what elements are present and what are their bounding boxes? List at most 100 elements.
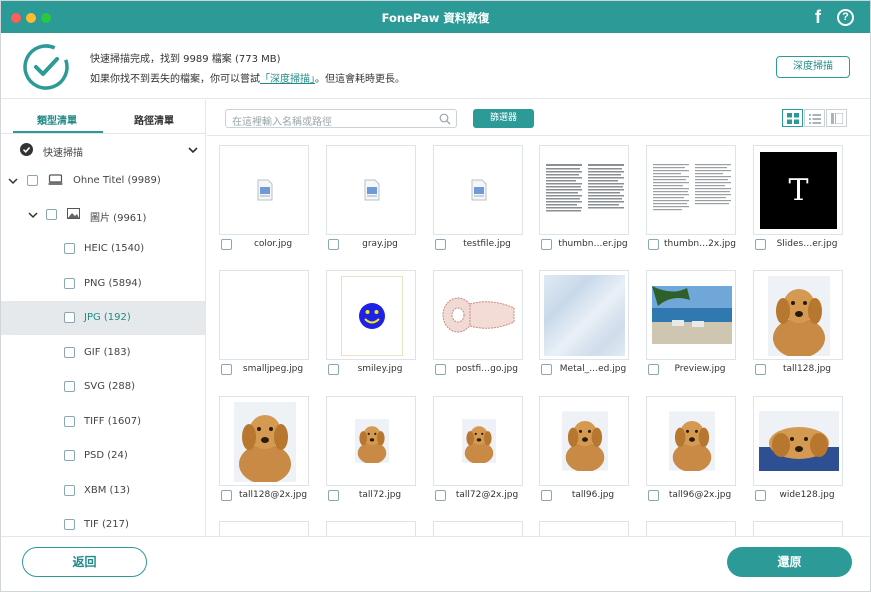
file-checkbox[interactable] xyxy=(541,490,552,501)
search-input[interactable]: 在這裡輸入名稱或路徑 xyxy=(225,109,457,128)
file-thumbnail[interactable] xyxy=(646,270,736,360)
tree-row-tiff[interactable]: TIFF (1607) xyxy=(1,405,205,439)
dog-thumbnail xyxy=(355,419,389,463)
chevron-down-icon[interactable] xyxy=(187,144,199,156)
file-name: Preview.jpg xyxy=(674,364,726,374)
file-checkbox[interactable] xyxy=(755,364,766,375)
file-thumbnail[interactable] xyxy=(753,270,843,360)
file-thumbnail[interactable] xyxy=(326,145,416,235)
file-thumbnail[interactable] xyxy=(219,521,309,536)
detail-view-button[interactable] xyxy=(826,109,847,127)
file-checkbox[interactable] xyxy=(648,239,659,250)
jpg-checkbox[interactable] xyxy=(64,312,75,323)
help-icon[interactable]: ? xyxy=(837,9,854,26)
file-checkbox[interactable] xyxy=(328,364,339,375)
scan-hint-before: 如果你找不到丟失的檔案，你可以嘗試 xyxy=(90,74,260,85)
scan-status-panel: 快速掃描完成，找到 9989 檔案 (773 MB) 如果你找不到丟失的檔案，你… xyxy=(1,33,870,99)
grid-view-button[interactable] xyxy=(782,109,803,127)
tree-row-svg[interactable]: SVG (288) xyxy=(1,370,205,404)
images-checkbox[interactable] xyxy=(46,209,57,220)
file-thumbnail[interactable] xyxy=(326,521,416,536)
file-checkbox[interactable] xyxy=(221,239,232,250)
file-checkbox[interactable] xyxy=(328,490,339,501)
quick-scan-row[interactable]: 快速掃描 xyxy=(1,134,205,168)
tree-label: Ohne Titel (9989) xyxy=(73,175,161,186)
check-badge-icon xyxy=(20,143,33,156)
search-icon[interactable] xyxy=(439,113,451,125)
file-thumbnail[interactable] xyxy=(539,521,629,536)
file-checkbox[interactable] xyxy=(541,364,552,375)
filter-button[interactable]: 篩選器 xyxy=(473,109,534,128)
file-checkbox[interactable] xyxy=(755,490,766,501)
file-thumbnail[interactable] xyxy=(646,396,736,486)
file-checkbox[interactable] xyxy=(221,490,232,501)
tree-row-heic[interactable]: HEIC (1540) xyxy=(1,232,205,266)
file-thumbnail[interactable] xyxy=(219,270,309,360)
tab-path-list[interactable]: 路徑清單 xyxy=(114,112,194,127)
file-thumbnail[interactable] xyxy=(646,521,736,536)
quick-scan-label: 快速掃描 xyxy=(43,148,83,159)
png-checkbox[interactable] xyxy=(64,278,75,289)
slides-thumbnail: T xyxy=(760,152,837,229)
window-title: FonePaw 資料救復 xyxy=(381,11,490,25)
file-thumbnail[interactable]: T xyxy=(753,145,843,235)
facebook-icon[interactable]: f xyxy=(811,7,825,27)
grid-view-icon xyxy=(787,113,799,124)
image-icon xyxy=(67,208,80,219)
chevron-down-icon[interactable] xyxy=(27,209,39,221)
smiley-thumbnail xyxy=(341,276,403,356)
tree-row-psd[interactable]: PSD (24) xyxy=(1,439,205,473)
file-thumbnail[interactable] xyxy=(646,145,736,235)
file-thumbnail[interactable] xyxy=(219,396,309,486)
tiff-checkbox[interactable] xyxy=(64,416,75,427)
file-thumbnail[interactable] xyxy=(539,396,629,486)
tree-row-drive[interactable]: Ohne Titel (9989) xyxy=(1,164,205,198)
back-button[interactable]: 返回 xyxy=(22,547,147,577)
svg-checkbox[interactable] xyxy=(64,381,75,392)
file-name: testfile.jpg xyxy=(463,239,511,249)
file-thumbnail[interactable] xyxy=(539,270,629,360)
file-thumbnail[interactable] xyxy=(753,521,843,536)
file-checkbox[interactable] xyxy=(541,239,552,250)
restore-button[interactable]: 還原 xyxy=(727,547,852,577)
tree-row-images[interactable]: 圖片 (9961) xyxy=(1,198,205,232)
file-thumbnail[interactable] xyxy=(433,145,523,235)
xbm-checkbox[interactable] xyxy=(64,485,75,496)
file-thumbnail[interactable] xyxy=(326,270,416,360)
text-page-thumbnail xyxy=(653,164,731,211)
deep-scan-button[interactable]: 深度掃描 xyxy=(776,56,850,78)
tif-checkbox[interactable] xyxy=(64,519,75,530)
file-checkbox[interactable] xyxy=(221,364,232,375)
file-thumbnail[interactable] xyxy=(753,396,843,486)
file-thumbnail[interactable] xyxy=(433,396,523,486)
file-grid: color.jpg gray.jpg testfile.jpg thumbn…e… xyxy=(207,137,870,536)
file-checkbox[interactable] xyxy=(648,364,659,375)
file-thumbnail[interactable] xyxy=(433,270,523,360)
file-checkbox[interactable] xyxy=(755,239,766,250)
file-thumbnail[interactable] xyxy=(326,396,416,486)
document-icon xyxy=(364,179,380,201)
tree-row-xbm[interactable]: XBM (13) xyxy=(1,474,205,508)
file-thumbnail[interactable] xyxy=(219,145,309,235)
tree-row-jpg[interactable]: JPG (192) xyxy=(1,301,205,335)
tree-label: SVG (288) xyxy=(84,381,136,392)
tree-label: GIF (183) xyxy=(84,347,131,358)
drive-checkbox[interactable] xyxy=(27,175,38,186)
heic-checkbox[interactable] xyxy=(64,243,75,254)
file-checkbox[interactable] xyxy=(435,364,446,375)
file-checkbox[interactable] xyxy=(435,239,446,250)
tree-row-tif[interactable]: TIF (217) xyxy=(1,508,205,536)
gif-checkbox[interactable] xyxy=(64,347,75,358)
deep-scan-link[interactable]: 「深度掃描」 xyxy=(260,74,315,85)
file-checkbox[interactable] xyxy=(648,490,659,501)
file-checkbox[interactable] xyxy=(435,490,446,501)
psd-checkbox[interactable] xyxy=(64,450,75,461)
tab-type-list[interactable]: 類型清單 xyxy=(17,112,97,127)
file-thumbnail[interactable] xyxy=(433,521,523,536)
file-thumbnail[interactable] xyxy=(539,145,629,235)
file-checkbox[interactable] xyxy=(328,239,339,250)
tree-row-png[interactable]: PNG (5894) xyxy=(1,267,205,301)
chevron-down-icon[interactable] xyxy=(7,175,19,187)
list-view-button[interactable] xyxy=(804,109,825,127)
tree-row-gif[interactable]: GIF (183) xyxy=(1,336,205,370)
